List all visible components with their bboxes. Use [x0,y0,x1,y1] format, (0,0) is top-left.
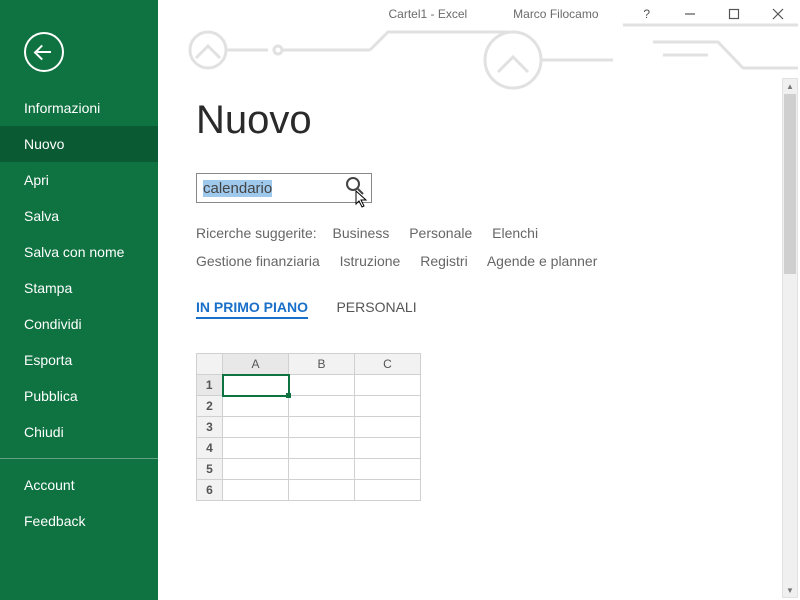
template-tabs: IN PRIMO PIANO PERSONALI [196,299,762,317]
scroll-thumb[interactable] [784,94,796,274]
maximize-button[interactable] [712,4,756,24]
close-button[interactable] [756,4,800,24]
back-arrow-icon [37,51,51,53]
row-header: 1 [197,375,223,396]
scroll-up-icon[interactable]: ▲ [783,79,797,93]
row-header: 2 [197,396,223,417]
search-input[interactable] [203,180,333,197]
col-header-c: C [355,354,421,375]
nav-chiudi[interactable]: Chiudi [0,414,158,450]
nav-salva[interactable]: Salva [0,198,158,234]
nav-feedback[interactable]: Feedback [0,503,158,539]
minimize-icon [684,8,696,20]
sugg-registri[interactable]: Registri [420,253,467,269]
sugg-gestione-finanziaria[interactable]: Gestione finanziaria [196,253,320,269]
sugg-business[interactable]: Business [333,225,390,241]
nav-pubblica[interactable]: Pubblica [0,378,158,414]
nav-salva-con-nome[interactable]: Salva con nome [0,234,158,270]
nav-esporta[interactable]: Esporta [0,342,158,378]
main-area: Cartel1 - Excel Marco Filocamo ? [158,0,800,600]
close-icon [772,8,784,20]
suggested-searches: Ricerche suggerite: Business Personale E… [196,219,762,275]
nav-apri[interactable]: Apri [0,162,158,198]
page-title: Nuovo [196,98,762,143]
preview-grid: A B C 1 2 3 4 5 6 [196,353,421,501]
minimize-button[interactable] [668,4,712,24]
cell-a1 [223,375,289,396]
nav-account[interactable]: Account [0,467,158,503]
titlebar: Cartel1 - Excel Marco Filocamo ? [158,0,800,28]
template-search[interactable] [196,173,372,203]
row-header: 6 [197,480,223,501]
tab-featured[interactable]: IN PRIMO PIANO [196,299,308,319]
nav-informazioni[interactable]: Informazioni [0,90,158,126]
nav-stampa[interactable]: Stampa [0,270,158,306]
maximize-icon [728,8,740,20]
col-header-a: A [223,354,289,375]
suggestions-label: Ricerche suggerite: [196,219,317,247]
tab-personal[interactable]: PERSONALI [336,299,416,315]
main-scrollbar[interactable]: ▲ ▼ [782,78,798,598]
help-button[interactable]: ? [643,7,650,21]
row-header: 3 [197,417,223,438]
window-title-user: Marco Filocamo [513,7,598,21]
sugg-personale[interactable]: Personale [409,225,472,241]
back-button[interactable] [24,32,64,72]
backstage-sidebar: Informazioni Nuovo Apri Salva Salva con … [0,0,158,600]
nav-nuovo[interactable]: Nuovo [0,126,158,162]
nav-condividi[interactable]: Condividi [0,306,158,342]
mouse-cursor-icon [355,190,369,213]
window-title-file: Cartel1 - Excel [388,7,467,21]
scroll-down-icon[interactable]: ▼ [783,583,797,597]
sugg-elenchi[interactable]: Elenchi [492,225,538,241]
nav-list: Informazioni Nuovo Apri Salva Salva con … [0,90,158,539]
row-header: 5 [197,459,223,480]
window-controls: ? [643,0,800,28]
col-header-b: B [289,354,355,375]
sugg-istruzione[interactable]: Istruzione [340,253,401,269]
template-preview-blank[interactable]: A B C 1 2 3 4 5 6 [196,353,422,501]
row-header: 4 [197,438,223,459]
corner-cell [197,354,223,375]
sugg-agende-planner[interactable]: Agende e planner [487,253,598,269]
